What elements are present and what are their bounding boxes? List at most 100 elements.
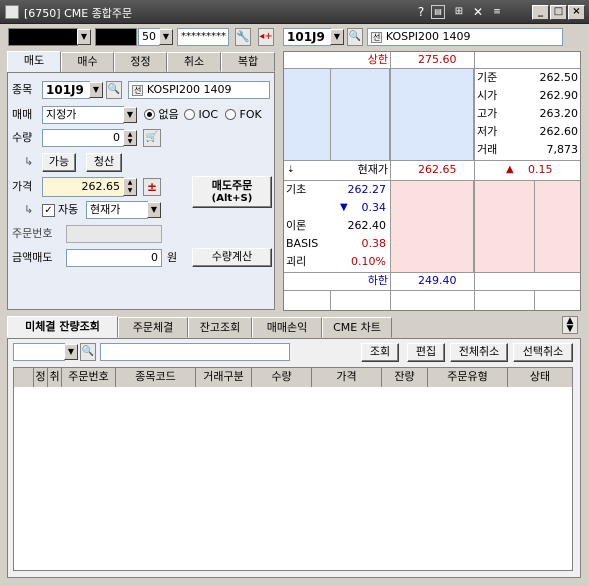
query-button[interactable]: 조회 (361, 343, 399, 362)
order-panel: 종목 101J9 ▼ 🔍 선 KOSPI200 1409 매매 지정가 ▼ 없음… (7, 72, 275, 310)
header-modify[interactable]: 정 (34, 368, 48, 387)
header-status[interactable]: 상태 (508, 368, 572, 387)
filter-text-input[interactable] (100, 343, 290, 361)
minimize-button[interactable]: _ (532, 5, 549, 20)
grid-col-4 (534, 290, 535, 310)
code-label: 종목 (12, 83, 33, 96)
link-icon[interactable]: ⊞ (451, 4, 467, 20)
grid-col-3 (330, 290, 331, 310)
maximize-button[interactable]: □ (550, 5, 567, 20)
info-value-0: 262.50 (539, 71, 579, 84)
unlink-icon[interactable]: ✕ (470, 4, 486, 20)
won-label: 원 (167, 251, 178, 264)
tab-pnl[interactable]: 매매손익 (252, 317, 322, 338)
sell-order-label: 매도주문 (211, 179, 253, 192)
tab-executions[interactable]: 주문체결 (118, 317, 188, 338)
wrench-icon[interactable]: 🔧 (235, 28, 251, 46)
tab-sell[interactable]: 매도 (7, 51, 61, 73)
option-fok-label: FOK (239, 108, 262, 121)
orders-table: 정 취 주문번호 종목코드 거래구분 수량 가격 잔량 주문유형 상태 (13, 367, 573, 571)
order-symbol-name-field: 선 KOSPI200 1409 (128, 81, 270, 99)
account-name-field (95, 28, 137, 46)
account-dropdown-icon[interactable]: ▼ (77, 29, 91, 45)
top-symbol-name-field: 선 KOSPI200 1409 (367, 28, 563, 46)
header-symbol[interactable]: 종목코드 (116, 368, 196, 387)
order-book-icon[interactable]: ◂+ (258, 28, 274, 46)
lower-limit-label: 하한 (367, 274, 388, 287)
header-qty[interactable]: 수량 (252, 368, 312, 387)
layout-icon[interactable]: ▤ (431, 5, 445, 19)
option-ioc-label: IOC (198, 108, 219, 121)
tab-complex[interactable]: 복합 (221, 52, 275, 72)
header-order-kind[interactable]: 주문유형 (428, 368, 508, 387)
cart-icon[interactable]: 🛒 (143, 129, 161, 147)
info-value-3: 262.60 (539, 125, 579, 138)
basis-label: BASIS (286, 237, 319, 250)
option-none[interactable]: 없음 (144, 106, 179, 124)
bid-price-area (390, 180, 474, 272)
liquidate-button[interactable]: 청산 (86, 153, 122, 172)
price-input[interactable]: 262.65 (42, 177, 124, 197)
radio-fok[interactable] (225, 108, 236, 120)
auto-label: 자동 (58, 203, 79, 216)
filter-dropdown-icon[interactable]: ▼ (64, 344, 78, 360)
cancel-selected-button[interactable]: 선택취소 (513, 343, 573, 362)
gap-label: 괴리 (286, 255, 307, 268)
option-fok[interactable]: FOK (225, 106, 262, 124)
tab-cancel[interactable]: 취소 (167, 52, 221, 72)
info-label-0: 기준 (477, 71, 498, 84)
top-symbol-name: KOSPI200 1409 (385, 30, 471, 43)
sell-order-button[interactable]: 매도주문 (Alt+S) (192, 176, 272, 208)
amount-input[interactable]: 0 (66, 249, 162, 267)
tab-unfilled[interactable]: 미체결 잔량조회 (7, 316, 118, 338)
theory-value: 262.40 (347, 219, 387, 232)
qty-dropdown-icon[interactable]: ▼ (159, 29, 173, 45)
radio-ioc[interactable] (184, 108, 195, 120)
auto-checkbox[interactable]: ✓ (42, 204, 55, 217)
search-icon[interactable]: 🔍 (347, 28, 363, 46)
qty-label: 수량 (12, 131, 33, 144)
header-order-no[interactable]: 주문번호 (62, 368, 116, 387)
account-select[interactable] (8, 28, 78, 46)
cancel-all-button[interactable]: 전체취소 (450, 343, 508, 362)
order-symbol-code[interactable]: 101J9 (42, 81, 90, 99)
header-remaining[interactable]: 잔량 (382, 368, 428, 387)
basis-value: 0.38 (361, 237, 387, 250)
title-bar: [6750] CME 종합주문 ? ▤ ⊞ ✕ ≡ _ □ × (0, 0, 589, 24)
tab-balance[interactable]: 잔고조회 (188, 317, 252, 338)
plus-minus-icon[interactable]: ± (143, 178, 161, 196)
auto-dropdown-icon[interactable]: ▼ (147, 202, 161, 218)
price-spinner[interactable]: ▲ ▼ (123, 178, 137, 196)
auto-select[interactable]: 현재가 (86, 201, 148, 219)
qty-calc-button[interactable]: 수량계산 (192, 248, 272, 267)
qty-spinner[interactable]: ▲ ▼ (123, 130, 137, 146)
grid-col-1 (390, 52, 391, 310)
tab-cme-chart[interactable]: CME 차트 (322, 317, 392, 338)
header-cancel[interactable]: 취 (48, 368, 62, 387)
tab-buy[interactable]: 매수 (61, 52, 114, 72)
qty-input[interactable]: 0 (42, 129, 124, 147)
tab-modify[interactable]: 정정 (114, 52, 167, 72)
expand-icon[interactable]: ▲ ▼ (562, 316, 578, 334)
help-icon[interactable]: ? (413, 4, 429, 20)
header-price[interactable]: 가격 (312, 368, 382, 387)
trade-type-select[interactable]: 지정가 (42, 106, 124, 124)
top-symbol-code[interactable]: 101J9 (283, 28, 331, 46)
radio-none[interactable] (144, 108, 155, 120)
grid-divider-2 (534, 180, 535, 272)
filter-select[interactable] (13, 343, 65, 361)
close-button[interactable]: × (568, 5, 585, 20)
qty-select[interactable]: 50 (138, 28, 160, 46)
trade-type-dropdown-icon[interactable]: ▼ (123, 107, 137, 123)
edit-button[interactable]: 편집 (407, 343, 445, 362)
available-button[interactable]: 가능 (42, 153, 76, 172)
option-ioc[interactable]: IOC (184, 106, 218, 124)
top-symbol-dropdown-icon[interactable]: ▼ (330, 29, 344, 45)
bottom-search-icon[interactable]: 🔍 (80, 343, 96, 361)
order-symbol-dropdown-icon[interactable]: ▼ (89, 82, 103, 98)
header-trade-type[interactable]: 거래구분 (196, 368, 252, 387)
menu-icon[interactable]: ≡ (489, 4, 505, 20)
order-search-icon[interactable]: 🔍 (106, 81, 122, 99)
arrow-icon-2: ↳ (24, 203, 34, 216)
password-field[interactable]: ********* (177, 28, 229, 46)
